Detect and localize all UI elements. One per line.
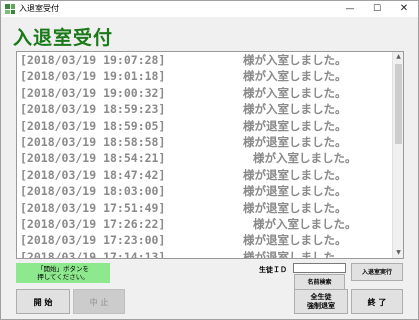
- log-message: 様が退室しました。: [243, 134, 347, 149]
- log-timestamp: [2018/03/19 18:54:21]: [20, 151, 166, 166]
- scroll-down-arrow-icon[interactable]: ▼: [393, 248, 403, 258]
- student-id-label: 生徒ＩＤ: [259, 266, 287, 274]
- log-timestamp: [2018/03/19 18:03:00]: [20, 184, 166, 199]
- status-hint: 「開始」ボタンを 押してください。: [16, 263, 110, 283]
- start-button[interactable]: 開 始: [16, 289, 70, 314]
- log-entry: [2018/03/19 19:00:32] 様が入室しました。: [17, 85, 393, 101]
- student-id-input[interactable]: [293, 263, 346, 273]
- log-entry: [2018/03/19 17:26:22] 様が入室しました。: [17, 216, 393, 232]
- page-title: 入退室受付: [13, 27, 114, 49]
- log-message: 様が入室しました。: [253, 216, 357, 231]
- maximize-button[interactable]: ☐: [364, 1, 390, 17]
- log-timestamp: [2018/03/19 17:14:13]: [20, 249, 166, 259]
- app-grid-icon: [5, 4, 15, 14]
- scroll-thumb[interactable]: [395, 64, 402, 144]
- end-button[interactable]: 終 了: [351, 289, 403, 314]
- log-message: 様が入室しました。: [243, 69, 347, 84]
- log-message: 様が退室しました。: [243, 184, 347, 199]
- log-message: 様が退室しました。: [243, 233, 347, 248]
- log-message: 様が退室しました。: [243, 200, 347, 215]
- window-title: 入退室受付: [19, 4, 59, 13]
- log-timestamp: [2018/03/19 19:01:18]: [20, 69, 166, 84]
- log-entry: [2018/03/19 18:59:23] 様が入室しました。: [17, 101, 393, 117]
- log-message: 様が入室しました。: [243, 102, 347, 117]
- log-entry: [2018/03/19 17:23:00] 様が退室しました。: [17, 232, 393, 248]
- log-entry: [2018/03/19 18:54:21] 様が入室しました。: [17, 150, 393, 166]
- log-message: 様が入室しました。: [243, 85, 347, 100]
- minimize-button[interactable]: —: [337, 1, 363, 17]
- log-timestamp: [2018/03/19 17:26:22]: [20, 216, 166, 231]
- log-timestamp: [2018/03/19 19:07:28]: [20, 53, 166, 67]
- vertical-scrollbar[interactable]: ▲ ▼: [392, 52, 403, 258]
- stop-button[interactable]: 中 止: [73, 289, 125, 314]
- log-message: 様が入室しました。: [243, 53, 347, 67]
- scroll-up-arrow-icon[interactable]: ▲: [393, 52, 403, 62]
- log-entry: [2018/03/19 17:51:49] 様が退室しました。: [17, 200, 393, 216]
- log-message: 様が退室しました。: [243, 249, 347, 259]
- log-timestamp: [2018/03/19 17:23:00]: [20, 233, 166, 248]
- log-timestamp: [2018/03/19 18:47:42]: [20, 167, 166, 182]
- log-timestamp: [2018/03/19 19:00:32]: [20, 85, 166, 100]
- log-timestamp: [2018/03/19 18:59:05]: [20, 118, 166, 133]
- log-entry: [2018/03/19 18:58:58] 様が退室しました。: [17, 134, 393, 150]
- log-list[interactable]: [2018/03/19 19:07:28] 様が入室しました。 [2018/03/1…: [16, 51, 404, 259]
- log-entry: [2018/03/19 19:01:18] 様が入室しました。: [17, 68, 393, 84]
- close-button[interactable]: ✕: [391, 1, 417, 17]
- log-entry: [2018/03/19 19:07:28] 様が入室しました。: [17, 52, 393, 68]
- log-rows: [2018/03/19 19:07:28] 様が入室しました。 [2018/03/1…: [17, 52, 393, 259]
- title-bar: 入退室受付 — ☐ ✕: [1, 1, 418, 17]
- enter-exit-button[interactable]: 入退室実行: [351, 263, 403, 281]
- log-timestamp: [2018/03/19 17:51:49]: [20, 200, 166, 215]
- log-message: 様が退室しました。: [243, 118, 347, 133]
- name-search-button[interactable]: 名前検索: [294, 274, 345, 290]
- log-timestamp: [2018/03/19 18:59:23]: [20, 102, 166, 117]
- log-message: 様が入室しました。: [253, 151, 357, 166]
- log-entry: [2018/03/19 18:47:42] 様が退室しました。: [17, 167, 393, 183]
- log-timestamp: [2018/03/19 18:58:58]: [20, 134, 166, 149]
- log-entry: [2018/03/19 18:59:05] 様が退室しました。: [17, 118, 393, 134]
- app-window: 入退室受付 — ☐ ✕ 入退室受付 [2018/03/19 19:07:28] 様…: [0, 0, 419, 320]
- force-exit-all-button[interactable]: 全生徒 強制退室: [294, 289, 348, 314]
- log-entry: [2018/03/19 17:14:13] 様が退室しました。: [17, 249, 393, 259]
- log-message: 様が退室しました。: [243, 167, 347, 182]
- log-entry: [2018/03/19 18:03:00] 様が退室しました。: [17, 183, 393, 199]
